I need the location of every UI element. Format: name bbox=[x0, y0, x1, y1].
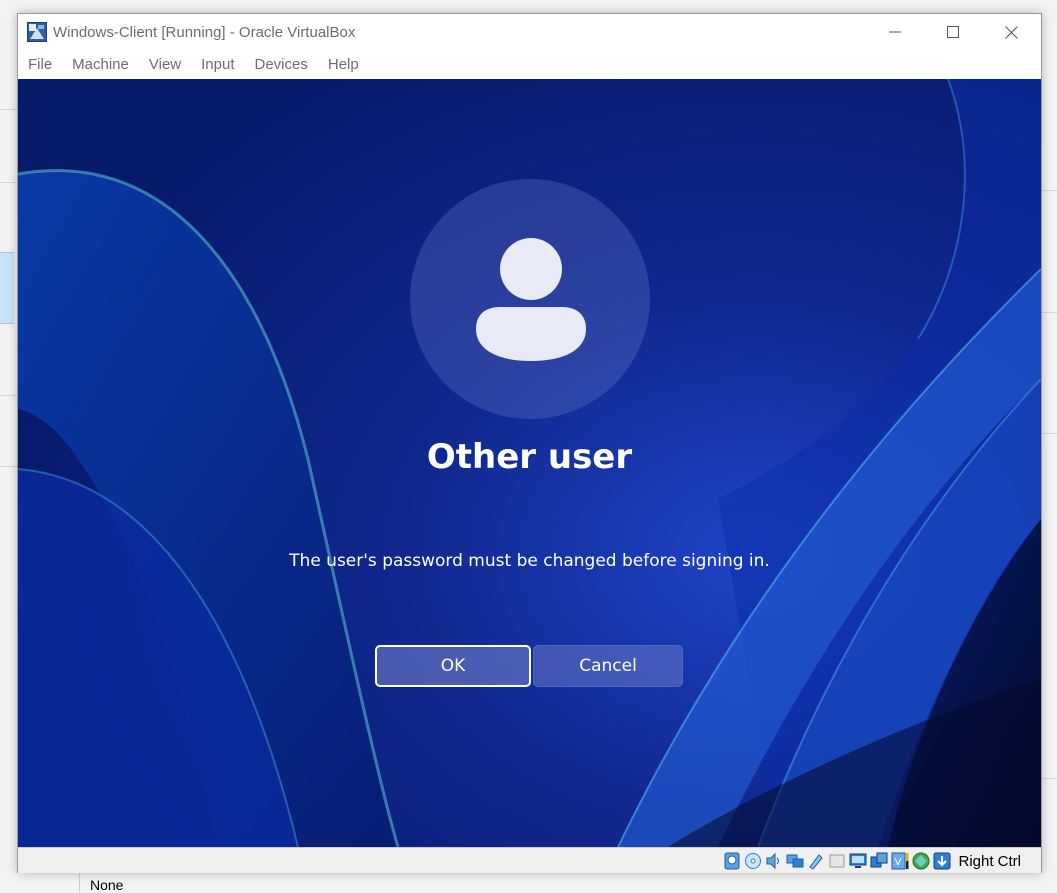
usb-icon[interactable] bbox=[807, 852, 825, 870]
maximize-icon bbox=[947, 26, 959, 38]
host-divider bbox=[0, 395, 17, 396]
optical-drive-icon[interactable] bbox=[744, 852, 762, 870]
display-icon[interactable] bbox=[849, 852, 867, 870]
close-button[interactable] bbox=[982, 14, 1040, 50]
maximize-button[interactable] bbox=[924, 14, 982, 50]
window-title: Windows-Client [Running] - Oracle Virtua… bbox=[53, 24, 356, 41]
host-divider bbox=[0, 466, 17, 467]
minimize-icon bbox=[889, 31, 901, 33]
host-divider bbox=[79, 872, 80, 892]
host-divider bbox=[0, 182, 17, 183]
password-change-message: The user's password must be changed befo… bbox=[289, 551, 770, 571]
host-divider bbox=[1042, 312, 1057, 313]
mouse-integration-icon[interactable] bbox=[933, 852, 951, 870]
menu-help[interactable]: Help bbox=[318, 52, 369, 78]
user-silhouette-icon bbox=[476, 238, 586, 361]
host-divider bbox=[1042, 778, 1057, 779]
recording-icon[interactable] bbox=[870, 852, 888, 870]
status-bar: V Right Ctrl bbox=[18, 847, 1041, 873]
host-divider bbox=[1042, 190, 1057, 191]
network-icon[interactable] bbox=[786, 852, 804, 870]
host-key-label: Right Ctrl bbox=[958, 852, 1021, 870]
minimize-button[interactable] bbox=[866, 14, 924, 50]
virtualbox-window: Windows-Client [Running] - Oracle Virtua… bbox=[17, 13, 1042, 873]
virtualization-icon[interactable]: V bbox=[891, 852, 909, 870]
menu-devices[interactable]: Devices bbox=[245, 52, 318, 78]
menu-bar: File Machine View Input Devices Help bbox=[18, 52, 369, 78]
svg-text:V: V bbox=[895, 857, 902, 868]
hard-disk-icon[interactable] bbox=[723, 852, 741, 870]
shared-folders-icon[interactable] bbox=[828, 852, 846, 870]
user-avatar bbox=[410, 179, 650, 419]
vm-display[interactable]: Other user The user's password must be c… bbox=[18, 79, 1041, 847]
guest-additions-icon[interactable] bbox=[912, 852, 930, 870]
virtualbox-app-icon bbox=[27, 22, 47, 42]
host-divider bbox=[1042, 433, 1057, 434]
user-name: Other user bbox=[426, 437, 633, 477]
title-bar[interactable]: Windows-Client [Running] - Oracle Virtua… bbox=[18, 14, 1041, 50]
menu-input[interactable]: Input bbox=[191, 52, 244, 78]
ok-button[interactable]: OK bbox=[375, 645, 531, 687]
host-selected-item[interactable] bbox=[0, 252, 14, 324]
host-divider bbox=[0, 109, 17, 110]
menu-file[interactable]: File bbox=[18, 52, 62, 78]
host-bottom-text: None bbox=[90, 877, 124, 893]
menu-view[interactable]: View bbox=[139, 52, 191, 78]
close-icon bbox=[1004, 25, 1018, 39]
audio-icon[interactable] bbox=[765, 852, 783, 870]
menu-machine[interactable]: Machine bbox=[62, 52, 139, 78]
cancel-button[interactable]: Cancel bbox=[533, 645, 683, 687]
